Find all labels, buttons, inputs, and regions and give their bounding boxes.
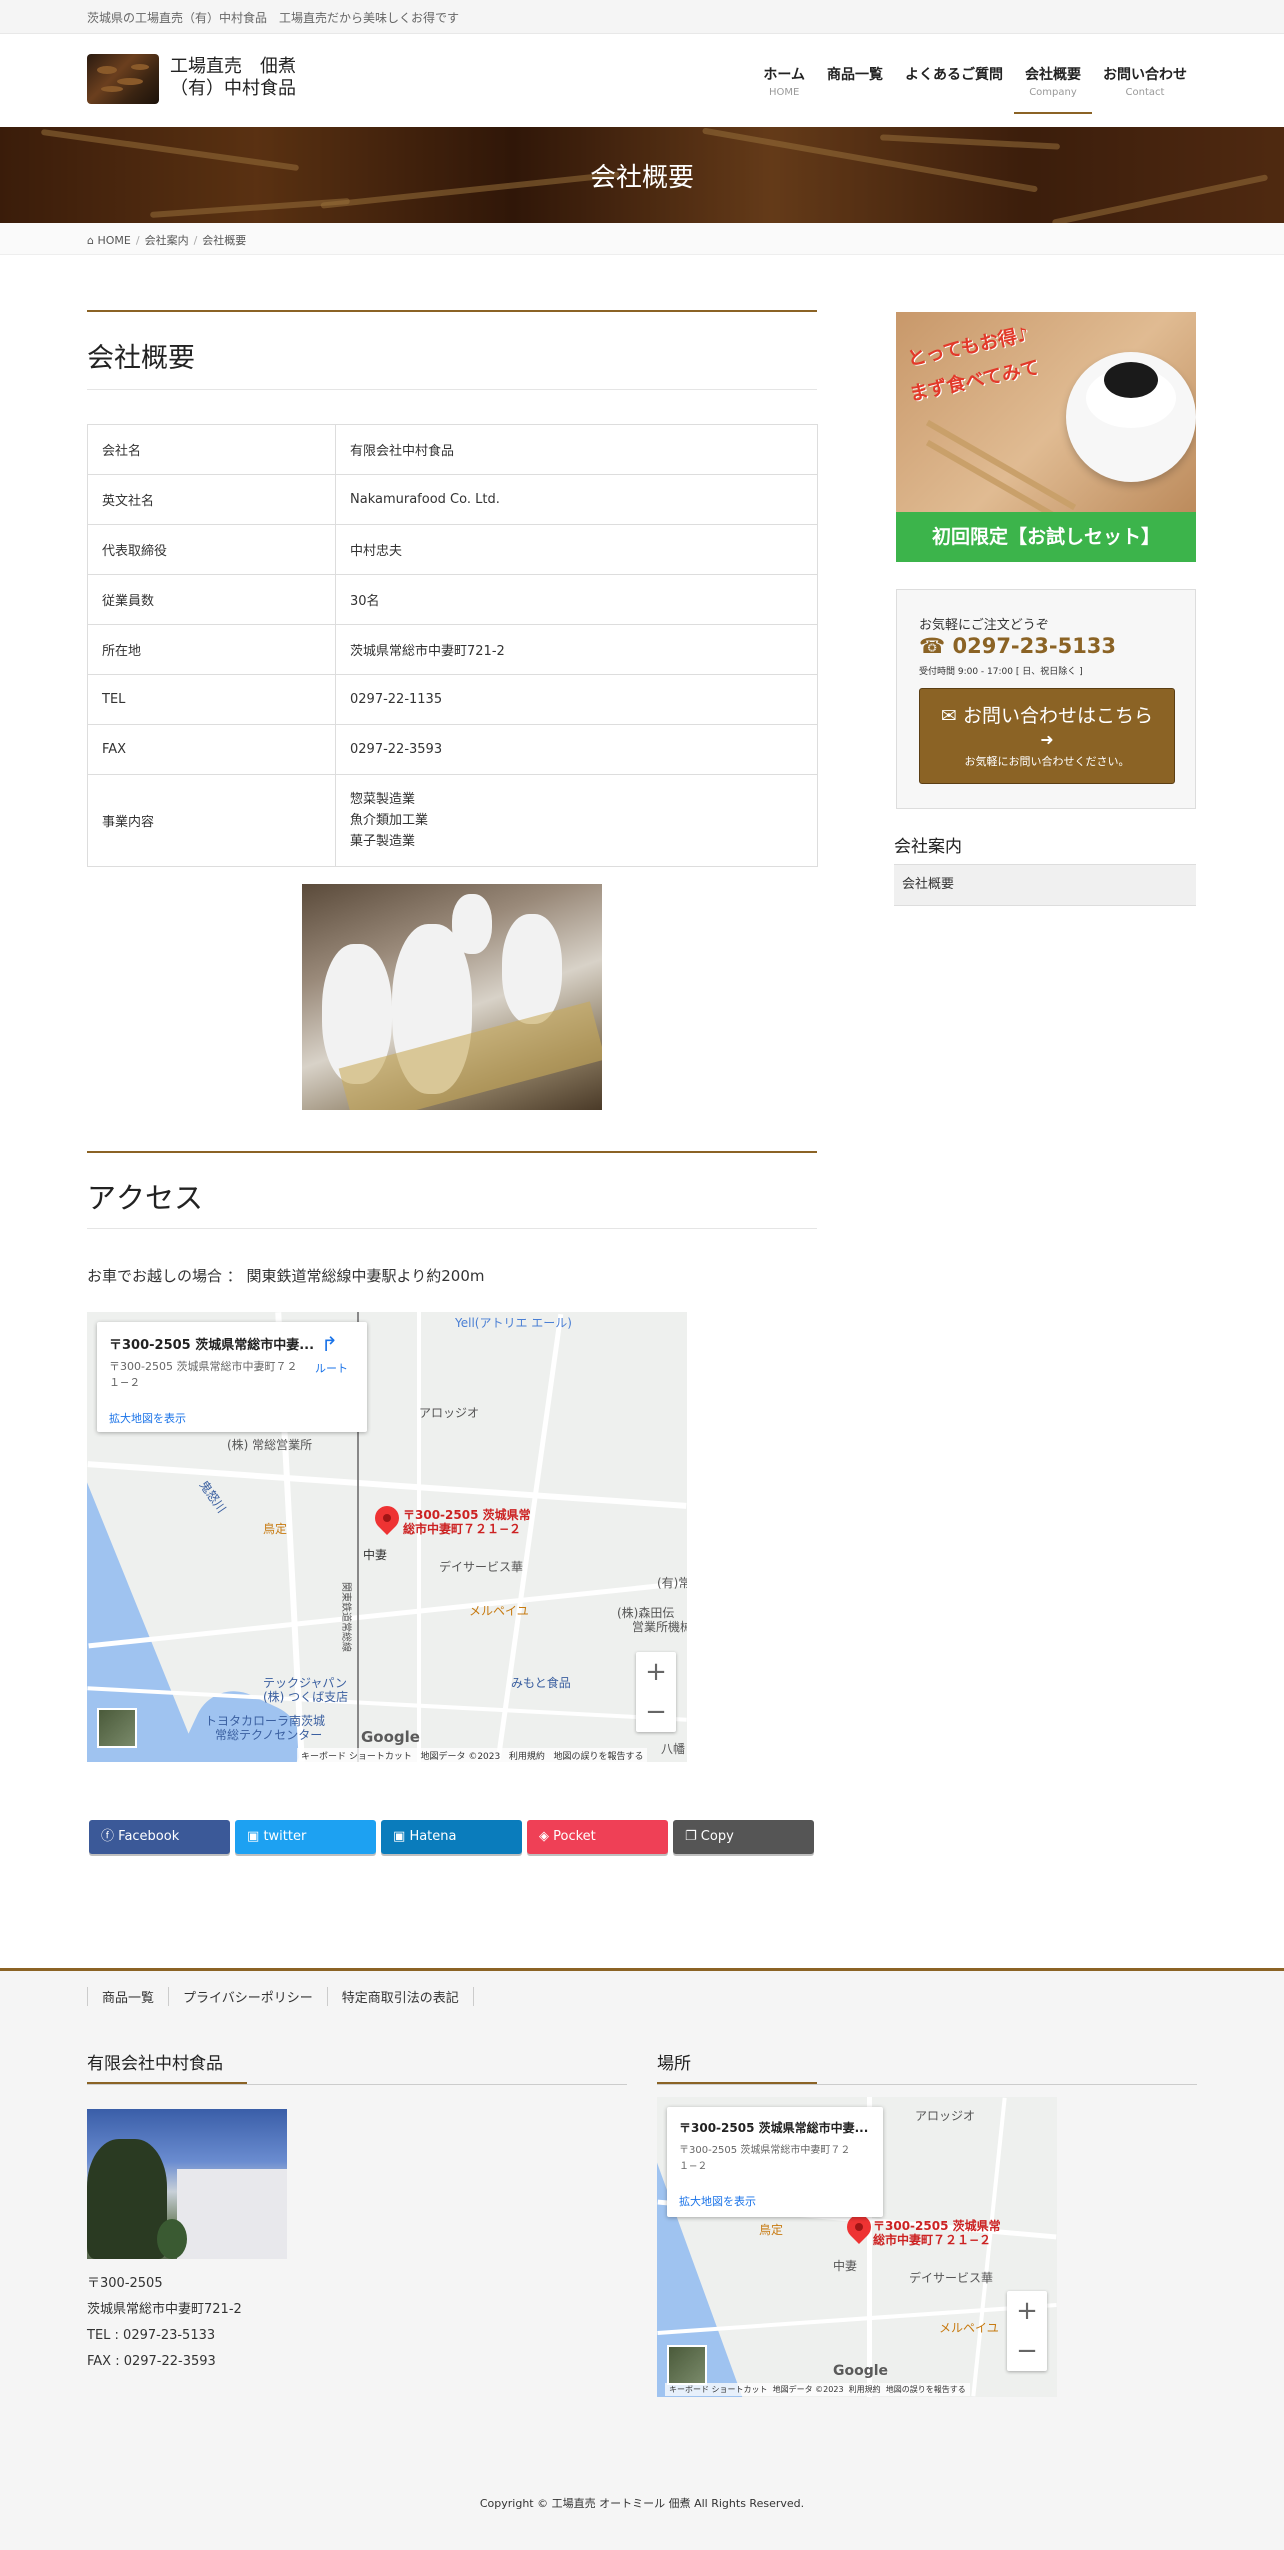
copyright: Copyright © 工場直売 オートミール 佃煮 All Rights Re… (479, 2497, 805, 2510)
map-footer: キーボード ショートカット 地図データ ©2023 利用規約 地図の誤りを報告す… (297, 1748, 648, 1762)
logo-image[interactable] (87, 54, 159, 104)
google-logo: Google (361, 1728, 420, 1746)
logo-text[interactable]: 工場直売 佃煮 （有）中村食品 (170, 56, 296, 100)
logo-line-1: 工場直売 佃煮 (170, 56, 296, 77)
company-info-table: 会社名 有限会社中村食品 英文社名 Nakamurafood Co. Ltd. 代表… (87, 424, 818, 867)
nav-faq[interactable]: よくあるご質問 (894, 64, 1014, 110)
footer-link-privacy[interactable]: プライバシーポリシー (168, 1987, 327, 2006)
breadcrumb: ⌂ HOME / 会社案内 / 会社概要 (0, 223, 1284, 255)
footer-company-title: 有限会社中村食品 (87, 2049, 627, 2085)
share-facebook-button[interactable]: ⓕ Facebook (89, 1820, 230, 1854)
footer-nav: 商品一覧 プライバシーポリシー 特定商取引法の表記 (87, 1987, 474, 2006)
trial-set-caption: 初回限定【お試しセット】 (896, 512, 1196, 562)
breadcrumb-parent[interactable]: 会社案内 (145, 234, 189, 247)
map-enlarge-link[interactable]: 拡大地図を表示 (109, 1410, 186, 1426)
map-info-card: 〒300-2505 茨城県常総市中妻... 〒300-2505 茨城県常総市中妻… (97, 1322, 367, 1432)
footer-google-map[interactable]: 鳥定 中妻 デイサービス華 メルペイユ アロッジオ 〒300-2505 茨城県常… (657, 2097, 1057, 2397)
contact-button[interactable]: ✉ お問い合わせはこちら ➜ お気軽にお問い合わせください。 (919, 688, 1175, 784)
table-row: 所在地 茨城県常総市中妻町721-2 (87, 624, 818, 675)
keyboard-shortcuts-link[interactable]: キーボード ショートカット (301, 1752, 412, 1762)
arrow-right-icon: ➜ (1040, 730, 1054, 749)
contact-box: お気軽にご注文どうぞ ☎ 0297-23-5133 受付時間 9:00 - 17… (896, 589, 1196, 809)
terms-link[interactable]: 利用規約 (509, 1752, 545, 1762)
global-nav: ホーム HOME 商品一覧 よくあるご質問 会社概要 Company お問い合わせ C… (752, 64, 1198, 114)
table-row: 会社名 有限会社中村食品 (87, 424, 818, 475)
satellite-toggle[interactable] (97, 1708, 137, 1748)
share-twitter-button[interactable]: ▣ twitter (235, 1820, 376, 1854)
sidebar-section-title: 会社案内 (894, 832, 1196, 866)
page-header-banner: 会社概要 (0, 127, 1284, 223)
facebook-icon: ⓕ (101, 1829, 115, 1844)
footer-map-info-card: 〒300-2505 茨城県常総市中妻... 〒300-2505 茨城県常総市中妻… (667, 2107, 883, 2217)
company-section-title: 会社概要 (87, 310, 817, 390)
directions-icon[interactable]: ↱ (321, 1332, 338, 1356)
logo-line-2: （有）中村食品 (170, 78, 296, 99)
footer-zoom-in-button[interactable]: + (1007, 2291, 1047, 2331)
table-row: TEL 0297-22-1135 (87, 674, 818, 725)
footer-map-footer: キーボード ショートカット 地図データ ©2023 利用規約 地図の誤りを報告す… (665, 2383, 970, 2396)
mail-icon: ✉ (941, 705, 957, 727)
zoom-in-button[interactable]: + (636, 1652, 676, 1692)
footer-satellite-toggle[interactable] (667, 2345, 707, 2385)
footer-link-tokusho[interactable]: 特定商取引法の表記 (326, 1987, 474, 2006)
route-link[interactable]: ルート (315, 1360, 348, 1376)
access-section-title: アクセス (87, 1151, 817, 1229)
site-footer: 商品一覧 プライバシーポリシー 特定商取引法の表記 有限会社中村食品 〒300-… (0, 1968, 1284, 2550)
report-error-link[interactable]: 地図の誤りを報告する (553, 1752, 643, 1762)
company-building-photo (87, 2109, 287, 2259)
trial-set-banner[interactable]: とってもお得♪ まず食べてみて 初回限定【お試しセット】 (896, 312, 1196, 562)
site-header: 工場直売 佃煮 （有）中村食品 ホーム HOME 商品一覧 よくあるご質問 会社概… (0, 34, 1284, 127)
footer-address: 〒300-2505 茨城県常総市中妻町721-2 TEL : 0297-23-5… (87, 2276, 242, 2369)
nav-home[interactable]: ホーム HOME (752, 64, 816, 110)
table-row: 従業員数 30名 (87, 574, 818, 625)
map-zoom-control: + − (636, 1652, 676, 1732)
google-map[interactable]: Yell(アトリエ エール) アロッジオ (株) 常総営業所 鬼怒川 鳥定 中妻… (87, 1312, 687, 1762)
footer-map-zoom-control: + − (1007, 2291, 1047, 2371)
footer-link-products[interactable]: 商品一覧 (87, 1987, 168, 2006)
footer-zoom-out-button[interactable]: − (1007, 2331, 1047, 2371)
access-heading: アクセス (87, 1181, 204, 1215)
share-pocket-button[interactable]: ◈ Pocket (527, 1820, 668, 1854)
copy-icon: ❐ (685, 1829, 697, 1844)
hatena-icon: ▣ (393, 1829, 406, 1844)
top-bar: 茨城県の工場直売（有）中村食品 工場直売だから美味しくお得です (0, 0, 1284, 34)
table-row: FAX 0297-22-3593 (87, 724, 818, 775)
location-pin-icon[interactable] (370, 1501, 404, 1535)
nav-company[interactable]: 会社概要 Company (1014, 64, 1092, 114)
table-row: 代表取締役 中村忠夫 (87, 524, 818, 575)
phone-icon: ☎ (919, 634, 946, 658)
table-row: 事業内容 惣菜製造業 魚介類加工業 菓子製造業 (87, 774, 818, 867)
page-header-title: 会社概要 (589, 163, 694, 193)
breadcrumb-current: 会社概要 (202, 234, 247, 247)
access-text: お車でお越しの場合 ： 関東鉄道常総線中妻駅より約200m (87, 1267, 485, 1285)
phone-number[interactable]: ☎ 0297-23-5133 (919, 634, 1116, 658)
zoom-out-button[interactable]: − (636, 1692, 676, 1732)
share-copy-button[interactable]: ❐ Copy (673, 1820, 814, 1854)
pocket-icon: ◈ (539, 1829, 549, 1844)
sidebar-item-company[interactable]: 会社概要 (894, 864, 1196, 906)
home-icon: ⌂ (87, 234, 94, 247)
nav-products[interactable]: 商品一覧 (816, 64, 894, 110)
table-row: 英文社名 Nakamurafood Co. Ltd. (87, 474, 818, 525)
breadcrumb-home[interactable]: HOME (97, 234, 130, 247)
top-bar-text: 茨城県の工場直売（有）中村食品 工場直売だから美味しくお得です (87, 11, 460, 25)
footer-map-enlarge-link[interactable]: 拡大地図を表示 (679, 2193, 756, 2209)
nav-contact[interactable]: お問い合わせ Contact (1092, 64, 1198, 110)
company-heading: 会社概要 (87, 343, 195, 374)
share-hatena-button[interactable]: ▣ Hatena (381, 1820, 522, 1854)
share-buttons: ⓕ Facebook ▣ twitter ▣ Hatena ◈ Pocket ❐… (89, 1820, 814, 1854)
footer-location-title: 場所 (657, 2049, 1197, 2085)
twitter-icon: ▣ (247, 1829, 260, 1844)
factory-workers-photo (302, 884, 602, 1110)
